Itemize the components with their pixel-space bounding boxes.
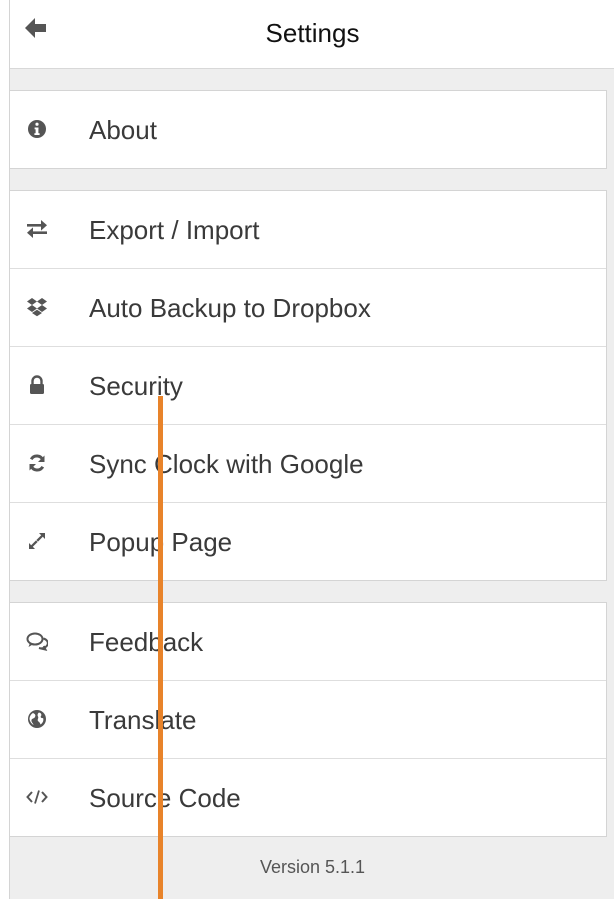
menu-item-feedback[interactable]: Feedback — [10, 603, 606, 681]
expand-icon — [25, 529, 49, 553]
menu-item-export-import[interactable]: Export / Import — [10, 191, 606, 269]
page-title: Settings — [265, 18, 360, 48]
menu-item-label: Export / Import — [89, 215, 260, 245]
settings-group-info: About — [10, 90, 607, 169]
menu-item-label: Feedback — [89, 627, 204, 657]
settings-group-community: Feedback Translate Source Code — [10, 602, 607, 837]
menu-item-label: Security — [89, 371, 183, 401]
lock-icon — [25, 373, 49, 397]
exchange-icon — [25, 217, 49, 241]
menu-item-translate[interactable]: Translate — [10, 681, 606, 759]
settings-group-tools: Export / Import Auto Backup to Dropbox S… — [10, 190, 607, 581]
menu-item-label: Auto Backup to Dropbox — [89, 293, 371, 323]
menu-item-label: Source Code — [89, 783, 241, 813]
menu-item-label: Sync Clock with Google — [89, 449, 364, 479]
comments-icon — [25, 629, 49, 653]
annotation-line — [158, 396, 163, 899]
menu-item-about[interactable]: About — [10, 91, 606, 168]
version-label: Version 5.1.1 — [259, 857, 366, 877]
menu-item-dropbox-backup[interactable]: Auto Backup to Dropbox — [10, 269, 606, 347]
globe-icon — [25, 707, 49, 731]
refresh-icon — [25, 451, 49, 475]
menu-item-label: About — [89, 115, 157, 145]
menu-item-source-code[interactable]: Source Code — [10, 759, 606, 836]
info-circle-icon — [25, 117, 49, 141]
menu-item-label: Translate — [89, 705, 197, 735]
header-bar: Settings — [10, 0, 614, 69]
menu-item-popup-page[interactable]: Popup Page — [10, 503, 606, 580]
code-icon — [25, 785, 49, 809]
menu-item-security[interactable]: Security — [10, 347, 606, 425]
dropbox-icon — [25, 295, 49, 319]
menu-item-sync-clock[interactable]: Sync Clock with Google — [10, 425, 606, 503]
settings-panel: Settings About Export / Import Auto Back… — [9, 0, 614, 899]
